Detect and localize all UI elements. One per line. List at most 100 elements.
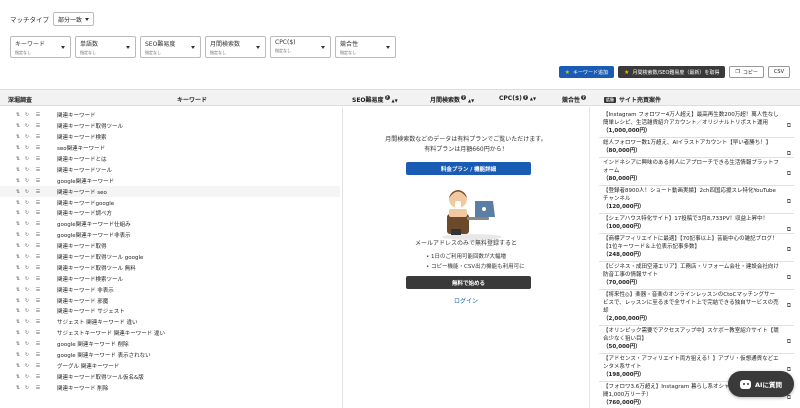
list-icon[interactable]: ☰ [35,156,41,162]
external-link-icon[interactable]: ⧉ [787,302,791,310]
list-icon[interactable]: ☰ [35,112,41,118]
refresh-icon[interactable]: ↻ [24,243,30,249]
refresh-icon[interactable]: ↻ [24,308,30,314]
swap-icon[interactable]: ⇅ [15,178,21,184]
swap-icon[interactable]: ⇅ [15,287,21,293]
refresh-icon[interactable]: ↻ [24,189,30,195]
list-icon[interactable]: ☰ [35,134,41,140]
filter-seo-difficulty[interactable]: SEO難易度 指定なし [140,36,201,58]
swap-icon[interactable]: ⇅ [15,352,21,358]
swap-icon[interactable]: ⇅ [15,145,21,151]
list-icon[interactable]: ☰ [35,189,41,195]
site-listing[interactable]: 【将来性◎】楽器・音楽のオンラインレッスンのCtoCマッチングサービスで、レッス… [599,290,794,326]
site-listing[interactable]: 【商標アフィリエイトに最適】【70記事以上】芸能中心の雑記ブログ！【1位キーワー… [599,234,794,262]
keyword-cell[interactable]: 関連キーワード取得ツール 無料 [57,264,136,272]
refresh-icon[interactable]: ↻ [24,352,30,358]
sort-icon[interactable]: ▲▼ [530,96,536,101]
site-listing[interactable]: 【ビジネス・成田空港エリア】工務店・リフォーム会社・建設会社向け 防音工事の情報… [599,262,794,290]
csv-button[interactable]: CSV [767,66,790,78]
refresh-icon[interactable]: ↻ [24,123,30,129]
keyword-cell[interactable]: 関連キーワード取得ツール [57,122,123,130]
keyword-cell[interactable]: 関連キーワードgoogle [57,199,114,207]
refresh-icon[interactable]: ↻ [24,156,30,162]
list-icon[interactable]: ☰ [35,276,41,282]
refresh-icon[interactable]: ↻ [24,341,30,347]
swap-icon[interactable]: ⇅ [15,374,21,380]
keyword-cell[interactable]: google関連キーワード仕組み [57,220,131,228]
refresh-icon[interactable]: ↻ [24,232,30,238]
list-icon[interactable]: ☰ [35,298,41,304]
list-icon[interactable]: ☰ [35,385,41,391]
keyword-cell[interactable]: 関連キーワード取得ツール google [57,253,143,261]
ai-question-button[interactable]: AIに質問 [728,371,794,397]
filter-cpc[interactable]: CPC($) 指定なし [270,36,331,58]
swap-icon[interactable]: ⇅ [15,319,21,325]
list-icon[interactable]: ☰ [35,123,41,129]
swap-icon[interactable]: ⇅ [15,112,21,118]
info-icon[interactable]: ? [461,95,467,100]
refresh-icon[interactable]: ↻ [24,167,30,173]
external-link-icon[interactable]: ⧉ [787,226,791,234]
refresh-icon[interactable]: ↻ [24,385,30,391]
external-link-icon[interactable]: ⧉ [787,150,791,158]
list-icon[interactable]: ☰ [35,210,41,216]
refresh-icon[interactable]: ↻ [24,145,30,151]
keyword-cell[interactable]: 関連キーワード取得ツール仮名&版 [57,373,144,381]
keyword-cell[interactable]: グーグル 関連キーワード [57,362,119,370]
list-icon[interactable]: ☰ [35,243,41,249]
plan-details-button[interactable]: 料金プラン / 機能詳細 [406,162,531,175]
keyword-cell[interactable]: 関連キーワード [57,111,96,119]
keyword-cell[interactable]: 関連キーワード 邪魔 [57,297,108,305]
site-listing[interactable]: 総人フォロワー数1万超え、AIイラストアカウント【早い者勝ち！】 （80,000円… [599,138,794,158]
swap-icon[interactable]: ⇅ [15,341,21,347]
keyword-cell[interactable]: 関連キーワードとは [57,155,107,163]
external-link-icon[interactable]: ⧉ [787,274,791,282]
swap-icon[interactable]: ⇅ [15,330,21,336]
swap-icon[interactable]: ⇅ [15,221,21,227]
site-listing[interactable]: 【シェアハウス特化サイト】17投稿で3月8,733PV！収益上昇中！ （100,0… [599,214,794,234]
swap-icon[interactable]: ⇅ [15,156,21,162]
list-icon[interactable]: ☰ [35,200,41,206]
site-listing[interactable]: 【登録者8900人！ショート動画実績】2ch四国応援スレ特化YouTubeチャン… [599,186,794,214]
refresh-icon[interactable]: ↻ [24,374,30,380]
swap-icon[interactable]: ⇅ [15,385,21,391]
refresh-icon[interactable]: ↻ [24,330,30,336]
keyword-cell[interactable]: google関連キーワード非表示 [57,231,131,239]
keyword-cell[interactable]: 関連キーワード seo [57,188,107,196]
refresh-icon[interactable]: ↻ [24,254,30,260]
swap-icon[interactable]: ⇅ [15,134,21,140]
swap-icon[interactable]: ⇅ [15,123,21,129]
swap-icon[interactable]: ⇅ [15,189,21,195]
column-cpc[interactable]: CPC($)? ▲▼ [499,95,536,102]
list-icon[interactable]: ☰ [35,232,41,238]
external-link-icon[interactable]: ⧉ [787,170,791,178]
login-link[interactable]: ログイン [343,296,589,305]
info-icon[interactable]: ? [581,95,587,100]
keyword-cell[interactable]: 関連キーワード取得 [57,242,107,250]
keyword-cell[interactable]: seo関連キーワード [57,144,105,152]
swap-icon[interactable]: ⇅ [15,276,21,282]
keyword-cell[interactable]: 関連キーワード 非表示 [57,286,114,294]
list-icon[interactable]: ☰ [35,330,41,336]
external-link-icon[interactable]: ⧉ [787,122,791,130]
keyword-cell[interactable]: 関連キーワード調べ方 [57,209,112,217]
refresh-icon[interactable]: ↻ [24,200,30,206]
list-icon[interactable]: ☰ [35,341,41,347]
refresh-icon[interactable]: ↻ [24,319,30,325]
external-link-icon[interactable]: ⧉ [787,246,791,254]
list-icon[interactable]: ☰ [35,221,41,227]
add-keyword-button[interactable]: ★ キーワード追加 [558,66,615,78]
copy-button[interactable]: ❐ コピー [729,66,764,78]
keyword-cell[interactable]: サジェスト 関連キーワード 違い [57,318,138,326]
sort-icon[interactable]: ▲▼ [392,98,398,103]
info-icon[interactable]: ? [384,95,390,100]
refresh-icon[interactable]: ↻ [24,298,30,304]
swap-icon[interactable]: ⇅ [15,232,21,238]
filter-monthly-volume[interactable]: 月間検索数 指定なし [205,36,266,58]
swap-icon[interactable]: ⇅ [15,167,21,173]
swap-icon[interactable]: ⇅ [15,298,21,304]
list-icon[interactable]: ☰ [35,145,41,151]
keyword-cell[interactable]: 関連キーワード検索ツール [57,275,123,283]
refresh-icon[interactable]: ↻ [24,178,30,184]
external-link-icon[interactable]: ⧉ [787,338,791,346]
